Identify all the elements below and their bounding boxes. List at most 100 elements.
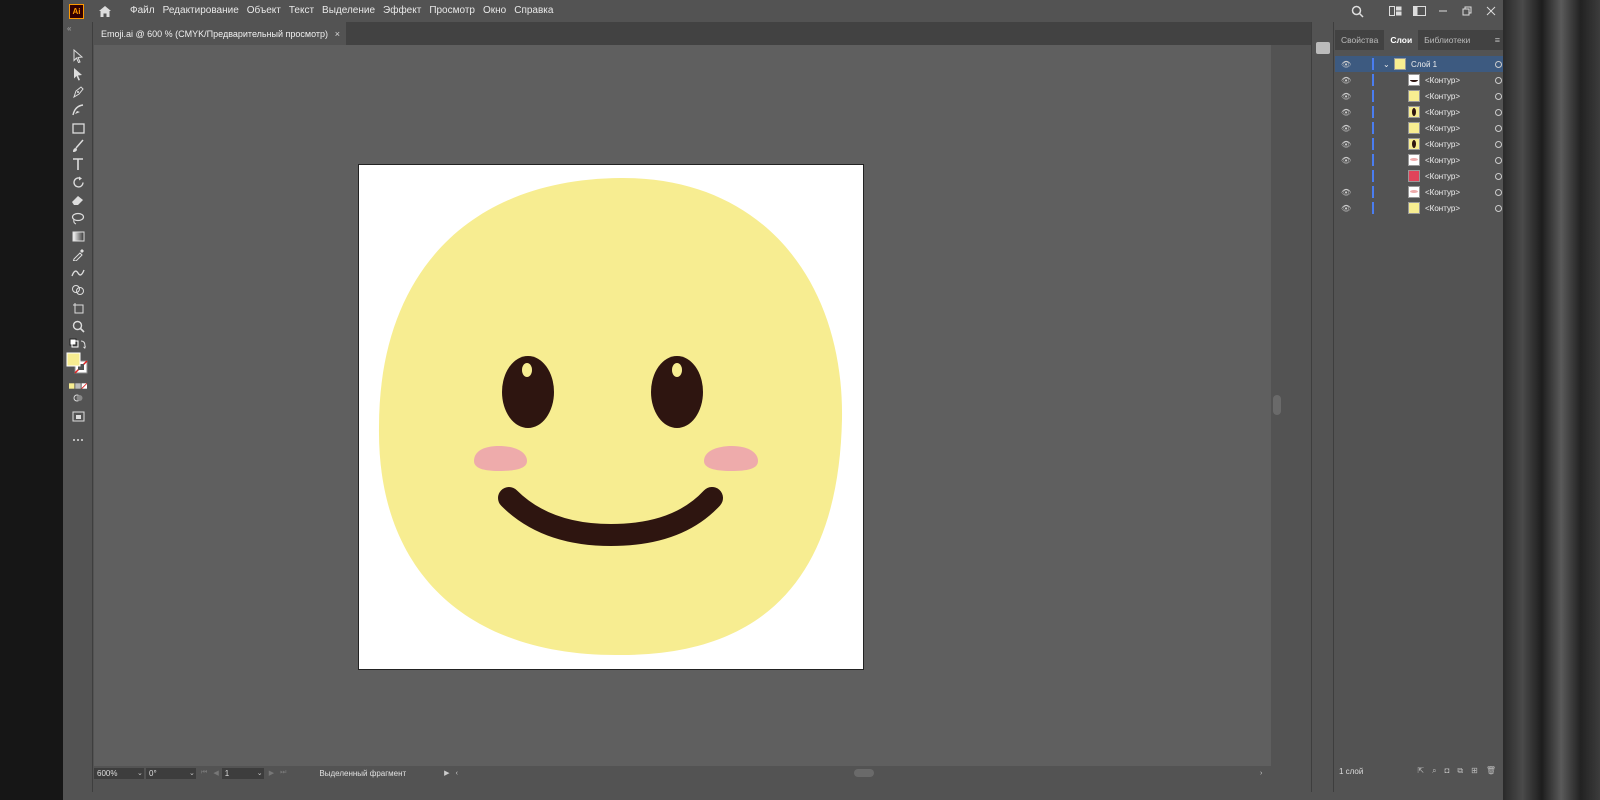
sublayer-name[interactable]: <Контур> <box>1425 140 1460 149</box>
chevron-down-icon[interactable]: ⌄ <box>189 769 195 777</box>
emoji-artwork[interactable] <box>359 165 865 671</box>
document-tab[interactable]: Emoji.ai @ 600 % (CMYK/Предварительный п… <box>94 22 346 45</box>
sublayer-name[interactable]: <Контур> <box>1425 172 1460 181</box>
eraser-tool-icon[interactable] <box>69 192 87 208</box>
vertical-scrollbar[interactable] <box>1271 45 1283 778</box>
menu-help[interactable]: Справка <box>510 0 557 22</box>
chevron-down-icon[interactable]: ⌄ <box>137 769 143 777</box>
more-tools-icon[interactable] <box>69 432 87 448</box>
visibility-eye-icon[interactable]: 👁 <box>1341 76 1351 85</box>
sublayer-row[interactable]: 👁 <Контур> <box>1335 104 1503 120</box>
menu-object[interactable]: Объект <box>243 0 285 22</box>
gradient-tool-icon[interactable] <box>69 228 87 244</box>
sublayer-name[interactable]: <Контур> <box>1425 124 1460 133</box>
visibility-eye-icon[interactable]: 👁 <box>1341 108 1351 117</box>
layer-name[interactable]: Слой 1 <box>1411 60 1437 69</box>
visibility-eye-icon[interactable]: 👁 <box>1341 60 1351 69</box>
target-circle-icon[interactable] <box>1495 156 1502 164</box>
zoom-field[interactable]: 600% ⌄ <box>94 767 144 779</box>
export-icon[interactable]: ⇱ <box>1417 766 1424 776</box>
visibility-eye-icon[interactable]: 👁 <box>1341 156 1351 165</box>
target-circle-icon[interactable] <box>1495 60 1502 68</box>
zoom-tool-icon[interactable] <box>69 318 87 334</box>
sublayer-name[interactable]: <Контур> <box>1425 156 1460 165</box>
visibility-eye-icon[interactable]: 👁 <box>1341 92 1351 101</box>
screen-mode-icon[interactable] <box>69 408 87 424</box>
target-circle-icon[interactable] <box>1495 108 1502 116</box>
paintbrush-tool-icon[interactable] <box>69 138 87 154</box>
sublayer-name[interactable]: <Контур> <box>1425 204 1460 213</box>
layer-row-main[interactable]: 👁 ⌄ Слой 1 <box>1335 56 1503 72</box>
delete-layer-icon[interactable]: 🗑 <box>1486 766 1496 776</box>
chevron-down-icon[interactable]: ⌄ <box>1383 60 1390 69</box>
new-sublayer-icon[interactable]: ⧉ <box>1457 766 1463 776</box>
sublayer-row[interactable]: 👁 <Контур> <box>1335 88 1503 104</box>
menu-window[interactable]: Окно <box>479 0 510 22</box>
minimize-icon[interactable] <box>1431 0 1455 22</box>
last-artboard-icon[interactable]: ⏭ <box>280 769 286 777</box>
curvature-tool-icon[interactable] <box>69 102 87 118</box>
panel-menu-icon[interactable]: ≡ <box>1495 30 1503 50</box>
tab-properties[interactable]: Свойства <box>1335 30 1384 50</box>
tab-layers[interactable]: Слои <box>1384 30 1419 50</box>
sublayer-row[interactable]: <Контур> <box>1335 168 1503 184</box>
sublayer-row[interactable]: 👁 <Контур> <box>1335 152 1503 168</box>
eyedropper-tool-icon[interactable] <box>69 246 87 262</box>
tab-libraries[interactable]: Библиотеки <box>1418 30 1476 50</box>
sublayer-name[interactable]: <Контур> <box>1425 92 1460 101</box>
menu-effect[interactable]: Эффект <box>379 0 425 22</box>
sublayer-row[interactable]: 👁 <Контур> <box>1335 72 1503 88</box>
target-circle-icon[interactable] <box>1495 76 1502 84</box>
chevron-down-icon[interactable]: ⌄ <box>257 769 263 777</box>
next-artboard-icon[interactable]: ▶ <box>269 769 274 777</box>
target-circle-icon[interactable] <box>1495 188 1502 196</box>
new-layer-icon[interactable]: ⊞ <box>1471 766 1478 776</box>
sublayer-name[interactable]: <Контур> <box>1425 188 1460 197</box>
rotation-field[interactable]: 0° ⌄ <box>146 767 196 779</box>
home-icon[interactable] <box>98 5 112 18</box>
collapse-tools-icon[interactable]: « <box>67 24 71 33</box>
scroll-right-icon[interactable]: › <box>1260 770 1262 777</box>
sublayer-row[interactable]: 👁 <Контур> <box>1335 200 1503 216</box>
rotate-tool-icon[interactable] <box>69 174 87 190</box>
visibility-eye-icon[interactable]: 👁 <box>1341 124 1351 133</box>
shape-builder-tool-icon[interactable] <box>69 282 87 298</box>
default-colors-icon[interactable] <box>69 336 87 352</box>
vertical-scroll-thumb[interactable] <box>1273 395 1281 415</box>
canvas[interactable] <box>94 45 1271 778</box>
rectangle-tool-icon[interactable] <box>69 120 87 136</box>
visibility-eye-icon[interactable]: 👁 <box>1341 140 1351 149</box>
target-circle-icon[interactable] <box>1495 204 1502 212</box>
menu-file[interactable]: Файл <box>126 0 159 22</box>
search-icon[interactable] <box>1345 0 1369 22</box>
arrange-documents-icon[interactable] <box>1407 0 1431 22</box>
status-menu-icon[interactable]: ▶ <box>444 769 449 777</box>
first-artboard-icon[interactable]: ⏮ <box>201 769 207 777</box>
comments-icon[interactable] <box>1316 42 1330 54</box>
target-circle-icon[interactable] <box>1495 124 1502 132</box>
blend-tool-icon[interactable] <box>69 264 87 280</box>
visibility-eye-icon[interactable]: 👁 <box>1341 188 1351 197</box>
sublayer-name[interactable]: <Контур> <box>1425 108 1460 117</box>
restore-icon[interactable] <box>1455 0 1479 22</box>
artboard-number-field[interactable]: 1 ⌄ <box>221 767 264 779</box>
menu-edit[interactable]: Редактирование <box>159 0 243 22</box>
previous-artboard-icon[interactable]: ◀ <box>213 769 218 777</box>
scroll-left-icon[interactable]: ‹ <box>456 770 458 777</box>
fill-stroke-swatch[interactable] <box>66 352 88 374</box>
pen-tool-icon[interactable] <box>69 84 87 100</box>
draw-mode-icon[interactable] <box>69 390 87 406</box>
locate-object-icon[interactable]: ⌕ <box>1432 766 1436 776</box>
horizontal-scroll-thumb[interactable] <box>854 769 874 777</box>
menu-view[interactable]: Просмотр <box>425 0 479 22</box>
target-circle-icon[interactable] <box>1495 172 1502 180</box>
menu-select[interactable]: Выделение <box>318 0 379 22</box>
direct-selection-tool-icon[interactable] <box>69 66 87 82</box>
menu-type[interactable]: Текст <box>285 0 318 22</box>
clipping-mask-icon[interactable]: ◘ <box>1445 766 1450 776</box>
artboard-tool-icon[interactable] <box>69 300 87 316</box>
sublayer-row[interactable]: 👁 <Контур> <box>1335 120 1503 136</box>
selection-tool-icon[interactable] <box>69 48 87 64</box>
sublayer-row[interactable]: 👁 <Контур> <box>1335 136 1503 152</box>
target-circle-icon[interactable] <box>1495 92 1502 100</box>
